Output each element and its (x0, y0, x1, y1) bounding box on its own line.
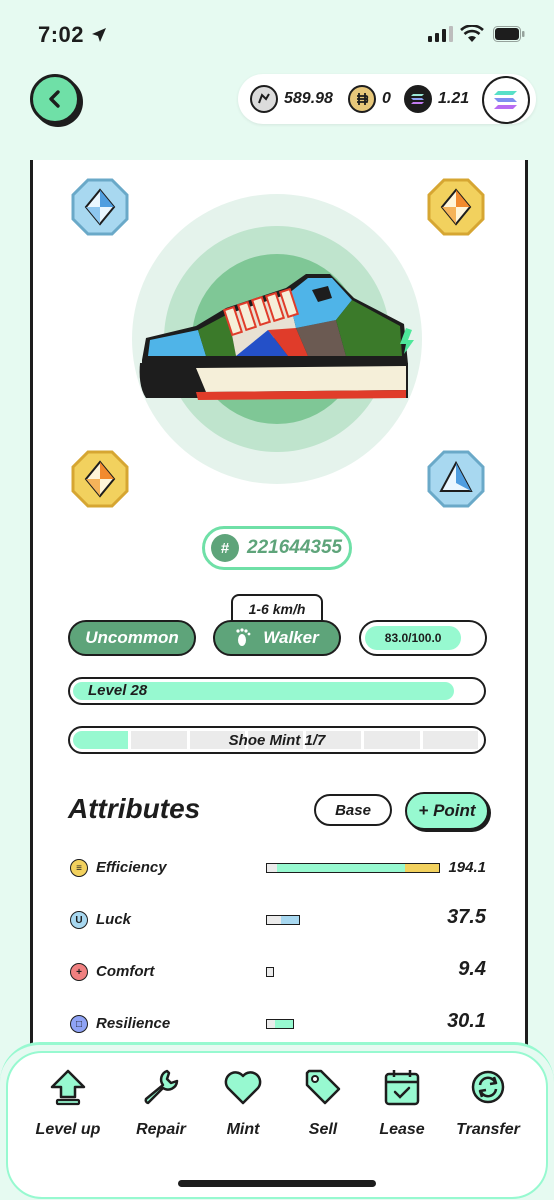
transfer-icon (471, 1070, 505, 1104)
cellular-signal-icon (428, 26, 453, 42)
hash-icon: # (211, 534, 239, 562)
durability-bar: 83.0/100.0 (359, 620, 487, 656)
attribute-row-efficiency: ≡ Efficiency 194.1 (70, 854, 486, 882)
yellow-gem-icon (427, 178, 485, 236)
sol-coin-icon (404, 85, 432, 113)
durability-label: 83.0/100.0 (384, 631, 442, 645)
gmt-coin-icon (348, 85, 376, 113)
lease-button[interactable]: Lease (362, 1067, 442, 1139)
transfer-label: Transfer (456, 1121, 520, 1138)
sol-balance: 1.21 (404, 85, 469, 113)
heart-icon (224, 1071, 262, 1105)
mint-button[interactable]: Mint (203, 1067, 283, 1139)
resilience-icon: □ (70, 1015, 88, 1033)
lease-label: Lease (379, 1121, 425, 1138)
rarity-badge: Uncommon (68, 620, 196, 656)
level-up-icon (50, 1069, 86, 1106)
gst-amount: 589.98 (284, 90, 333, 107)
attribute-row-resilience: □ Resilience 30.1 (70, 1010, 486, 1038)
yellow-gem-icon (71, 450, 129, 508)
comfort-bar (266, 967, 274, 977)
mint-count-bar: Shoe Mint 1/7 (68, 726, 486, 754)
attribute-value: 9.4 (458, 958, 486, 980)
status-bar: 7:02 (0, 0, 554, 66)
gem-slot-bottom-right[interactable] (426, 449, 486, 509)
repair-label: Repair (136, 1121, 186, 1138)
footprint-icon (236, 628, 251, 646)
add-point-button[interactable]: + Point (405, 792, 489, 830)
gst-balance: 589.98 (250, 85, 333, 113)
gmt-amount: 0 (382, 90, 391, 107)
shoe-type-label: Walker (263, 628, 319, 647)
efficiency-bar (266, 863, 440, 873)
solana-icon (494, 91, 517, 109)
attributes-title: Attributes (68, 793, 201, 824)
level-up-label: Level up (35, 1121, 101, 1138)
wrench-icon (144, 1069, 179, 1105)
sell-label: Sell (308, 1121, 338, 1138)
sol-amount: 1.21 (438, 90, 470, 107)
base-toggle-button[interactable]: Base (314, 794, 392, 826)
wifi-icon (460, 25, 484, 42)
level-progress-bar: Level 28 (68, 677, 486, 705)
attribute-name: Luck (96, 911, 132, 928)
blue-gem-icon (71, 178, 129, 236)
battery-icon (493, 26, 525, 42)
back-button[interactable] (30, 74, 80, 124)
mint-label: Mint (226, 1121, 260, 1138)
luck-bar (266, 915, 300, 925)
speed-range-tag: 1-6 km/h (231, 594, 323, 622)
resilience-bar (266, 1019, 294, 1029)
gem-slot-top-left[interactable] (70, 177, 130, 237)
attribute-value: 194.1 (448, 859, 486, 876)
attribute-row-comfort: + Comfort 9.4 (70, 958, 486, 986)
calendar-icon (384, 1070, 420, 1106)
level-up-button[interactable]: Level up (28, 1067, 108, 1139)
gem-slot-top-right[interactable] (426, 177, 486, 237)
status-time: 7:02 (38, 22, 85, 47)
attribute-value: 37.5 (447, 906, 486, 928)
sneaker-image (139, 274, 414, 400)
comfort-icon: + (70, 963, 88, 981)
durability-fill: 83.0/100.0 (365, 626, 462, 650)
sell-button[interactable]: Sell (283, 1067, 363, 1139)
gst-coin-icon (250, 85, 278, 113)
shoe-id-badge: # 221644355 (202, 526, 352, 570)
attribute-row-luck: U Luck 37.5 (70, 906, 486, 934)
chain-selector-button[interactable] (482, 76, 530, 124)
shoe-type-badge: Walker (213, 620, 341, 656)
attribute-name: Resilience (96, 1015, 171, 1032)
attribute-name: Efficiency (96, 859, 167, 876)
level-label: Level 28 (88, 682, 148, 699)
tag-icon (305, 1069, 341, 1105)
luck-icon: U (70, 911, 88, 929)
attribute-name: Comfort (96, 963, 155, 980)
blue-gem-icon (427, 450, 485, 508)
location-arrow-icon (92, 28, 106, 42)
home-indicator (178, 1180, 376, 1187)
shoe-id-number: 221644355 (247, 537, 343, 558)
transfer-button[interactable]: Transfer (448, 1067, 528, 1139)
repair-button[interactable]: Repair (121, 1067, 201, 1139)
mint-count-label: Shoe Mint 1/7 (228, 732, 326, 749)
bottom-action-bar: Level up Repair Mint Sell Lease Transfer (0, 1042, 554, 1200)
gmt-balance: 0 (348, 85, 391, 113)
efficiency-icon: ≡ (70, 859, 88, 877)
gem-slot-bottom-left[interactable] (70, 449, 130, 509)
chevron-left-icon (49, 90, 60, 108)
attribute-value: 30.1 (447, 1010, 486, 1032)
